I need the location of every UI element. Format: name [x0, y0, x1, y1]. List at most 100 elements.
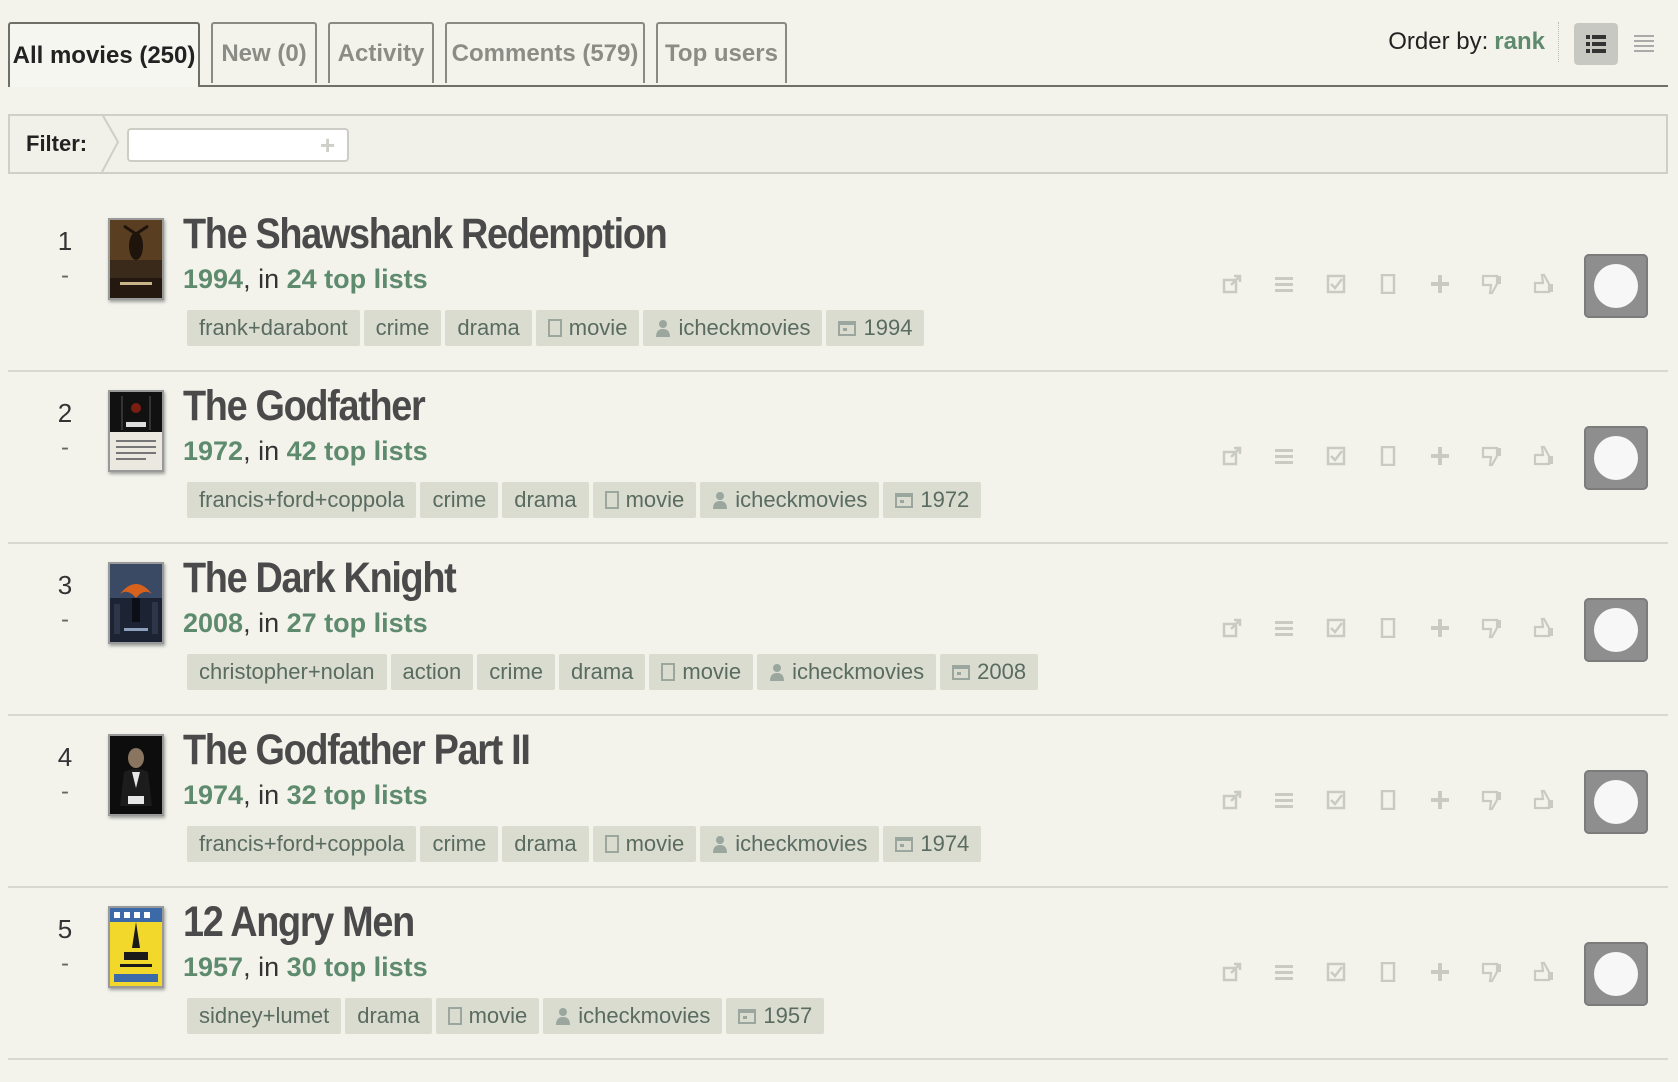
- check-movie-button[interactable]: [1584, 426, 1648, 490]
- tag[interactable]: 1994: [826, 310, 925, 346]
- movie-title[interactable]: The Godfather: [183, 382, 426, 431]
- list-icon[interactable]: [1272, 444, 1296, 468]
- tag[interactable]: christopher+nolan: [187, 654, 387, 690]
- tag[interactable]: francis+ford+coppola: [187, 482, 417, 518]
- add-filter-icon[interactable]: +: [320, 132, 335, 158]
- tag[interactable]: 1957: [726, 998, 825, 1034]
- tag[interactable]: icheckmovies: [700, 826, 880, 862]
- tag[interactable]: crime: [477, 654, 556, 690]
- dislike-icon[interactable]: [1480, 616, 1504, 640]
- movie-year[interactable]: 1974: [183, 780, 243, 810]
- tag[interactable]: frank+darabont: [187, 310, 360, 346]
- tab-comments[interactable]: Comments (579): [445, 22, 645, 83]
- page-icon[interactable]: [1376, 616, 1400, 640]
- movie-poster[interactable]: [108, 562, 164, 644]
- movie-poster[interactable]: [108, 218, 164, 300]
- tag[interactable]: drama: [445, 310, 532, 346]
- filter-input[interactable]: [127, 128, 349, 162]
- tag[interactable]: movie: [649, 654, 754, 690]
- dislike-icon[interactable]: [1480, 788, 1504, 812]
- tag[interactable]: icheckmovies: [643, 310, 823, 346]
- compact-view-button[interactable]: [1622, 23, 1666, 65]
- plus-icon[interactable]: [1428, 788, 1452, 812]
- movie-poster[interactable]: [108, 734, 164, 816]
- plus-icon[interactable]: [1428, 444, 1452, 468]
- dislike-icon[interactable]: [1480, 272, 1504, 296]
- dislike-icon[interactable]: [1480, 444, 1504, 468]
- page-icon[interactable]: [1376, 788, 1400, 812]
- external-link-icon[interactable]: [1220, 444, 1244, 468]
- list-icon[interactable]: [1272, 616, 1296, 640]
- tag[interactable]: icheckmovies: [543, 998, 723, 1034]
- tag[interactable]: 2008: [940, 654, 1039, 690]
- list-icon[interactable]: [1272, 960, 1296, 984]
- tab-top-users[interactable]: Top users: [656, 22, 787, 83]
- tag[interactable]: crime: [363, 310, 442, 346]
- tag[interactable]: movie: [435, 998, 540, 1034]
- check-movie-button[interactable]: [1584, 254, 1648, 318]
- like-icon[interactable]: [1532, 788, 1556, 812]
- external-link-icon[interactable]: [1220, 960, 1244, 984]
- tag[interactable]: movie: [592, 826, 697, 862]
- check-movie-button[interactable]: [1584, 770, 1648, 834]
- top-lists-link[interactable]: 32 top lists: [287, 780, 428, 810]
- top-lists-link[interactable]: 42 top lists: [287, 436, 428, 466]
- list-icon[interactable]: [1272, 788, 1296, 812]
- movie-title[interactable]: The Godfather Part II: [183, 726, 531, 775]
- like-icon[interactable]: [1532, 272, 1556, 296]
- top-lists-link[interactable]: 30 top lists: [287, 952, 428, 982]
- tag[interactable]: drama: [502, 826, 589, 862]
- movie-year[interactable]: 1994: [183, 264, 243, 294]
- tag[interactable]: drama: [345, 998, 432, 1034]
- movie-year[interactable]: 1957: [183, 952, 243, 982]
- movie-title[interactable]: 12 Angry Men: [183, 898, 415, 947]
- checkbox-icon[interactable]: [1324, 272, 1348, 296]
- external-link-icon[interactable]: [1220, 272, 1244, 296]
- page-icon[interactable]: [1376, 272, 1400, 296]
- movie-title[interactable]: The Dark Knight: [183, 554, 457, 603]
- movie-year[interactable]: 1972: [183, 436, 243, 466]
- tag[interactable]: drama: [502, 482, 589, 518]
- tag[interactable]: action: [390, 654, 474, 690]
- plus-icon[interactable]: [1428, 272, 1452, 296]
- plus-icon[interactable]: [1428, 616, 1452, 640]
- like-icon[interactable]: [1532, 960, 1556, 984]
- movie-year[interactable]: 2008: [183, 608, 243, 638]
- tag[interactable]: sidney+lumet: [187, 998, 342, 1034]
- like-icon[interactable]: [1532, 444, 1556, 468]
- tag[interactable]: francis+ford+coppola: [187, 826, 417, 862]
- top-lists-link[interactable]: 27 top lists: [287, 608, 428, 638]
- top-lists-link[interactable]: 24 top lists: [287, 264, 428, 294]
- tab-new[interactable]: New (0): [211, 22, 317, 83]
- tag[interactable]: movie: [535, 310, 640, 346]
- tag[interactable]: movie: [592, 482, 697, 518]
- check-movie-button[interactable]: [1584, 942, 1648, 1006]
- page-icon[interactable]: [1376, 444, 1400, 468]
- checkbox-icon[interactable]: [1324, 444, 1348, 468]
- external-link-icon[interactable]: [1220, 616, 1244, 640]
- dislike-icon[interactable]: [1480, 960, 1504, 984]
- tab-activity[interactable]: Activity: [328, 22, 434, 83]
- check-movie-button[interactable]: [1584, 598, 1648, 662]
- tag[interactable]: icheckmovies: [700, 482, 880, 518]
- tag[interactable]: 1974: [883, 826, 982, 862]
- movie-title[interactable]: The Shawshank Redemption: [183, 210, 668, 259]
- checkbox-icon[interactable]: [1324, 788, 1348, 812]
- tag[interactable]: icheckmovies: [757, 654, 937, 690]
- tab-all-movies[interactable]: All movies (250): [8, 22, 200, 87]
- detailed-view-button[interactable]: [1574, 23, 1618, 65]
- checkbox-icon[interactable]: [1324, 960, 1348, 984]
- plus-icon[interactable]: [1428, 960, 1452, 984]
- tag[interactable]: drama: [559, 654, 646, 690]
- movie-poster[interactable]: [108, 906, 164, 988]
- movie-poster[interactable]: [108, 390, 164, 472]
- external-link-icon[interactable]: [1220, 788, 1244, 812]
- tag[interactable]: crime: [420, 482, 499, 518]
- tag[interactable]: crime: [420, 826, 499, 862]
- order-by-value[interactable]: rank: [1494, 28, 1545, 55]
- like-icon[interactable]: [1532, 616, 1556, 640]
- list-icon[interactable]: [1272, 272, 1296, 296]
- checkbox-icon[interactable]: [1324, 616, 1348, 640]
- tag[interactable]: 1972: [883, 482, 982, 518]
- page-icon[interactable]: [1376, 960, 1400, 984]
